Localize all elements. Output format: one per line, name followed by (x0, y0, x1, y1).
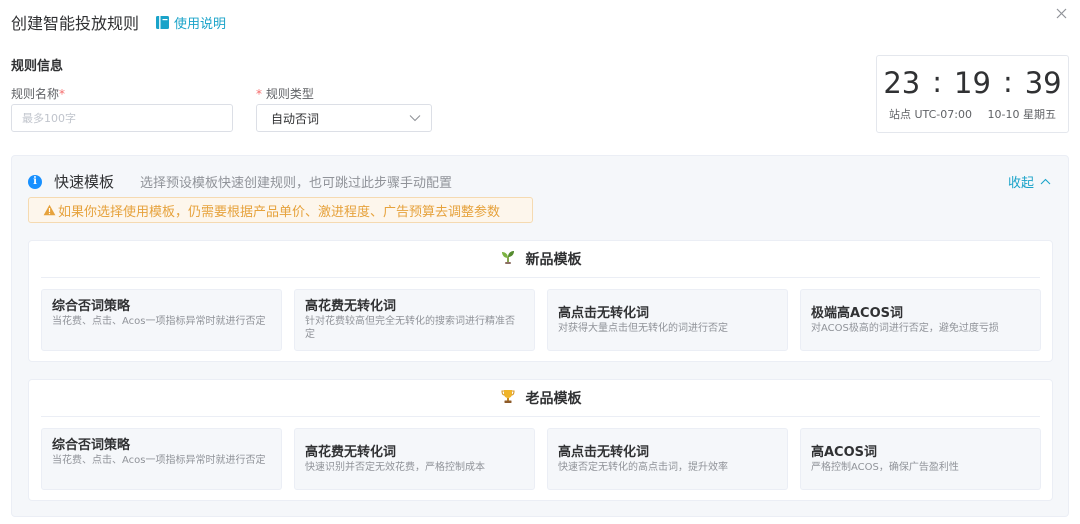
quick-template-description: 选择预设模板快速创建规则，也可跳过此步骤手动配置 (140, 176, 453, 191)
clock-date: 10-10 星期五 (987, 108, 1056, 121)
card-title: 高ACOS词 (811, 445, 878, 460)
sprout-icon (500, 249, 516, 269)
rule-type-value: 自动否词 (271, 111, 320, 126)
template-card[interactable]: 高花费无转化词 快速识别并否定无效花费，严格控制成本 (294, 428, 535, 490)
card-description: 快速否定无转化的高点击词，提升效率 (558, 462, 728, 473)
card-title: 极端高ACOS词 (811, 306, 904, 321)
rule-name-label: 规则名称* (11, 87, 66, 101)
clock-separator: : (932, 65, 943, 99)
help-link[interactable]: 使用说明 (155, 13, 226, 32)
required-mark: * (59, 87, 66, 101)
quick-template-title: 快速模板 (54, 173, 115, 191)
close-icon[interactable] (1054, 6, 1070, 22)
template-card[interactable]: 综合否词策略 当花费、点击、Acos一项指标异常时就进行否定 (41, 289, 282, 351)
chevron-up-icon (1040, 174, 1051, 189)
trophy-icon (500, 388, 516, 408)
group-header: 新品模板 (41, 241, 1040, 278)
card-title: 综合否词策略 (52, 438, 131, 453)
template-card[interactable]: 高点击无转化词 对获得大量点击但无转化的词进行否定 (547, 289, 788, 351)
group-header: 老品模板 (41, 380, 1040, 417)
template-card-list: 综合否词策略 当花费、点击、Acos一项指标异常时就进行否定 高花费无转化词 针… (41, 289, 1041, 351)
collapse-button[interactable]: 收起 (1008, 172, 1051, 191)
new-product-template-group: 新品模板 综合否词策略 当花费、点击、Acos一项指标异常时就进行否定 高花费无… (28, 240, 1053, 362)
chevron-down-icon (409, 111, 421, 125)
template-card[interactable]: 高点击无转化词 快速否定无转化的高点击词，提升效率 (547, 428, 788, 490)
book-icon (155, 15, 170, 30)
card-title: 高点击无转化词 (558, 445, 650, 460)
rule-name-input[interactable] (11, 104, 233, 132)
template-card-list: 综合否词策略 当花费、点击、Acos一项指标异常时就进行否定 高花费无转化词 快… (41, 428, 1041, 490)
warning-text: 如果你选择使用模板，仍需要根据产品单价、激进程度、广告预算去调整参数 (58, 204, 501, 220)
clock-minutes: 19 (954, 66, 991, 100)
quick-template-header: i 快速模板 选择预设模板快速创建规则，也可跳过此步骤手动配置 (28, 171, 452, 192)
site-clock: 23 : 19 : 39 站点 UTC-07:00 10-10 星期五 (876, 55, 1069, 133)
card-description: 当花费、点击、Acos一项指标异常时就进行否定 (52, 316, 266, 327)
template-warning: 如果你选择使用模板，仍需要根据产品单价、激进程度、广告预算去调整参数 (28, 197, 533, 223)
clock-hours: 23 (883, 66, 921, 100)
rule-type-select[interactable]: 自动否词 (256, 104, 432, 132)
warning-icon (43, 204, 56, 216)
card-title: 综合否词策略 (52, 299, 131, 314)
section-title: 规则信息 (11, 59, 64, 74)
card-title: 高花费无转化词 (305, 299, 397, 314)
card-description: 对ACOS极高的词进行否定，避免过度亏损 (811, 323, 999, 334)
template-card[interactable]: 极端高ACOS词 对ACOS极高的词进行否定，避免过度亏损 (800, 289, 1041, 351)
dialog-title: 创建智能投放规则 (11, 14, 140, 33)
template-card[interactable]: 综合否词策略 当花费、点击、Acos一项指标异常时就进行否定 (41, 428, 282, 490)
card-title: 高点击无转化词 (558, 306, 650, 321)
clock-separator: : (1002, 65, 1013, 99)
help-link-label: 使用说明 (174, 17, 227, 32)
card-description: 当花费、点击、Acos一项指标异常时就进行否定 (52, 455, 266, 466)
card-description: 快速识别并否定无效花费，严格控制成本 (305, 462, 485, 473)
quick-template-panel: i 快速模板 选择预设模板快速创建规则，也可跳过此步骤手动配置 收起 如果你选择… (11, 155, 1069, 517)
clock-meta: 站点 UTC-07:00 10-10 星期五 (889, 106, 1056, 122)
template-card[interactable]: 高花费无转化词 针对花费较高但完全无转化的搜索词进行精准否定 (294, 289, 535, 351)
group-title: 老品模板 (525, 391, 582, 407)
card-title: 高花费无转化词 (305, 445, 397, 460)
old-product-template-group: 老品模板 综合否词策略 当花费、点击、Acos一项指标异常时就进行否定 高花费无… (28, 379, 1053, 501)
card-description: 对获得大量点击但无转化的词进行否定 (558, 323, 728, 334)
clock-timezone: 站点 UTC-07:00 (889, 108, 972, 121)
collapse-label: 收起 (1007, 176, 1034, 191)
card-description: 针对花费较高但完全无转化的搜索词进行精准否定 (305, 316, 515, 340)
card-description: 严格控制ACOS，确保广告盈利性 (811, 462, 959, 473)
group-title: 新品模板 (525, 252, 582, 268)
rule-type-label: * 规则类型 (256, 87, 314, 101)
clock-seconds: 39 (1024, 66, 1062, 100)
template-card[interactable]: 高ACOS词 严格控制ACOS，确保广告盈利性 (800, 428, 1041, 490)
info-icon: i (28, 174, 42, 189)
clock-time: 23 : 19 : 39 (877, 65, 1068, 100)
required-mark: * (256, 87, 262, 101)
